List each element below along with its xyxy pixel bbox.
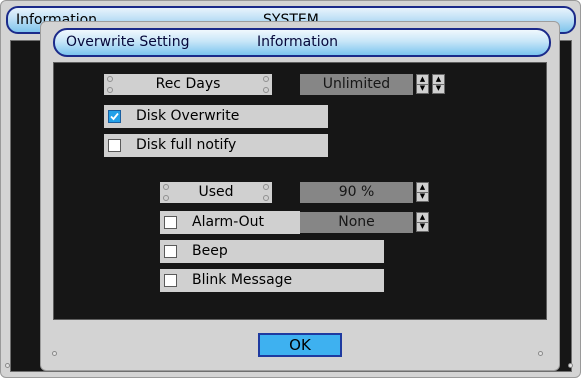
beep-row[interactable]: Beep (160, 240, 384, 263)
rec-days-spin-decrement[interactable]: ▲ ▼ (416, 74, 429, 94)
alarm-out-checkbox[interactable] (164, 216, 177, 229)
beep-checkbox[interactable] (164, 245, 177, 258)
used-label: Used (160, 182, 272, 203)
alarm-out-label: Alarm-Out (192, 214, 265, 230)
tab-overwrite-setting[interactable]: Overwrite Setting (66, 34, 189, 50)
dialog-corner-dot-right (538, 351, 543, 356)
dialog-corner-dot-left (52, 351, 57, 356)
pill-corner-dot (263, 76, 269, 82)
down-arrow-icon[interactable]: ▼ (433, 84, 444, 93)
blink-message-checkbox[interactable] (164, 274, 177, 287)
checkmark-icon (110, 112, 119, 121)
down-arrow-icon[interactable]: ▼ (417, 192, 428, 201)
used-spin[interactable]: ▲ ▼ (416, 182, 429, 202)
rec-days-text: Rec Days (155, 76, 221, 92)
ok-button[interactable]: OK (258, 333, 342, 357)
disk-overwrite-label: Disk Overwrite (136, 108, 240, 124)
alarm-out-spin[interactable]: ▲ ▼ (416, 212, 429, 232)
alarm-out-row[interactable]: Alarm-Out (160, 211, 300, 234)
tab-information[interactable]: Information (257, 34, 338, 50)
blink-message-row[interactable]: Blink Message (160, 269, 384, 292)
pill-corner-dot (163, 195, 169, 201)
pill-corner-dot (163, 184, 169, 190)
rec-days-value[interactable]: Unlimited (300, 74, 413, 95)
disk-full-notify-row[interactable]: Disk full notify (104, 134, 328, 157)
background-corner-dot-right (568, 363, 573, 368)
alarm-out-value[interactable]: None (300, 212, 413, 233)
disk-overwrite-row[interactable]: Disk Overwrite (104, 105, 328, 128)
disk-full-notify-label: Disk full notify (136, 137, 237, 153)
used-value[interactable]: 90 % (300, 182, 413, 203)
beep-label: Beep (192, 243, 228, 259)
rec-days-label: Rec Days (104, 74, 272, 95)
pill-corner-dot (263, 184, 269, 190)
background-corner-dot-left (5, 363, 10, 368)
rec-days-spin-increment[interactable]: ▲ ▼ (432, 74, 445, 94)
used-text: Used (198, 184, 234, 200)
pill-corner-dot (263, 195, 269, 201)
down-arrow-icon[interactable]: ▼ (417, 84, 428, 93)
disk-full-notify-checkbox[interactable] (108, 139, 121, 152)
down-arrow-icon[interactable]: ▼ (417, 222, 428, 231)
pill-corner-dot (107, 87, 113, 93)
disk-overwrite-checkbox[interactable] (108, 110, 121, 123)
pill-corner-dot (107, 76, 113, 82)
blink-message-label: Blink Message (192, 272, 293, 288)
pill-corner-dot (263, 87, 269, 93)
